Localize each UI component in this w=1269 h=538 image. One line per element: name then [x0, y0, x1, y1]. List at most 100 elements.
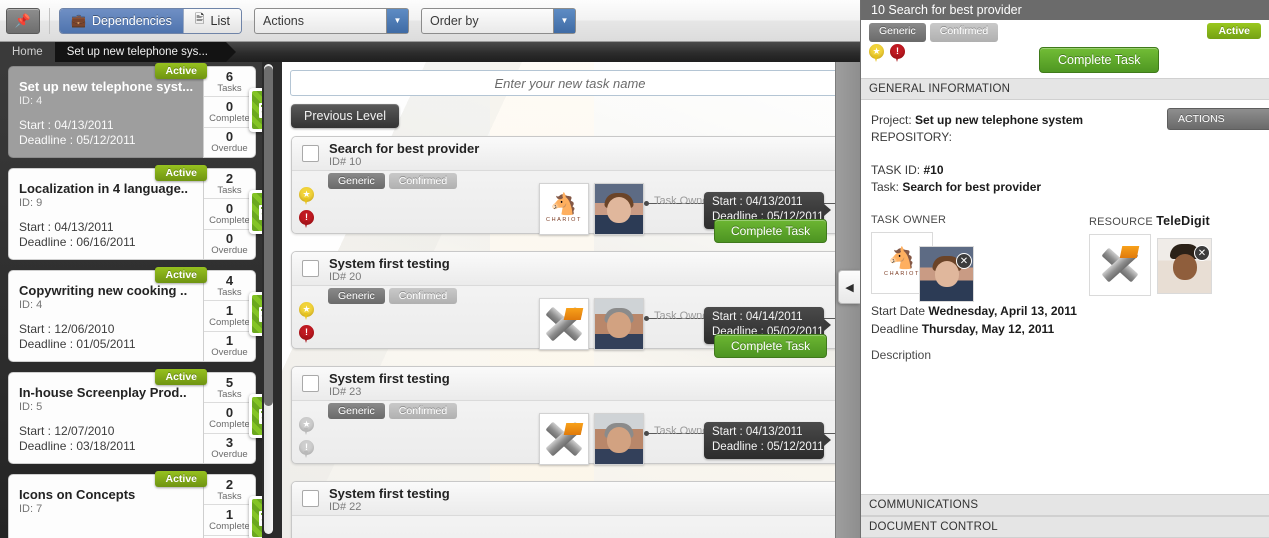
project-status-badge: Active — [155, 165, 207, 181]
task-checkbox[interactable] — [302, 260, 319, 277]
task-tags: Generic Confirmed — [328, 288, 458, 304]
task-row[interactable]: System first testing ID# 22 — [291, 481, 850, 538]
breadcrumb-current[interactable]: Set up new telephone sys... — [54, 42, 237, 62]
add-task-button[interactable] — [249, 496, 262, 538]
task-row[interactable]: System first testing ID# 20 Generic Confirm… — [291, 251, 860, 358]
section-general-information: GENERAL INFORMATION — [861, 78, 1269, 100]
tab-dependencies[interactable]: 💼 Dependencies — [60, 8, 183, 33]
project-card-main[interactable]: Active Icons on Concepts ID: 7 — [8, 471, 207, 538]
task-owner-avatar[interactable] — [594, 183, 644, 235]
add-task-button[interactable] — [249, 292, 262, 336]
project-start: Start : 04/13/2011 — [19, 118, 114, 132]
task-id: ID# 10 — [329, 156, 362, 168]
stat-overdue-label: Overdue — [211, 245, 248, 257]
general-information-body: ACTIONS Project: Set up new telephone sy… — [861, 100, 1269, 362]
task-checkbox[interactable] — [302, 145, 319, 162]
sidebar-scrollbar-thumb[interactable] — [264, 66, 273, 406]
add-task-button[interactable] — [249, 394, 262, 438]
task-checkbox[interactable] — [302, 375, 319, 392]
list-icon: 🖹 — [194, 12, 205, 26]
project-card[interactable]: Active Icons on Concepts ID: 7 2 Tasks 1 Compl… — [8, 471, 262, 538]
stat-tasks-label: Tasks — [217, 286, 242, 298]
resource-avatar[interactable]: ✕ — [1157, 238, 1212, 294]
section-document-control[interactable]: DOCUMENT CONTROL — [861, 516, 1269, 538]
task-row[interactable]: Search for best provider ID# 10 Generic Con… — [291, 136, 860, 243]
task-checkbox[interactable] — [302, 490, 319, 507]
actions-button[interactable]: ACTIONS — [1167, 108, 1269, 130]
project-status-badge: Active — [155, 267, 207, 283]
stat-tasks-label: Tasks — [217, 388, 242, 400]
task-id: ID# 23 — [329, 386, 362, 398]
briefcase-icon: 💼 — [71, 13, 86, 28]
project-card[interactable]: Active Localization in 4 language.. ID: 9 S… — [8, 165, 262, 260]
add-task-button[interactable] — [249, 190, 262, 234]
task-tag-generic[interactable]: Generic — [328, 173, 385, 189]
task-owner-avatar[interactable] — [594, 298, 644, 350]
project-deadline: Deadline : 06/16/2011 — [19, 235, 136, 249]
project-card-main[interactable]: Active In-house Screenplay Prod.. ID: 5 Sta… — [8, 369, 207, 464]
alert-pin-icon[interactable]: ! — [299, 325, 314, 344]
stat-overdue: 3 Overdue — [204, 434, 255, 463]
task-tag-confirmed[interactable]: Confirmed — [388, 173, 458, 189]
alert-pin-icon[interactable]: ! — [299, 440, 314, 459]
project-card-main[interactable]: Active Set up new telephone syst... ID: 4 S… — [8, 63, 207, 158]
task-tag-confirmed[interactable]: Confirmed — [388, 403, 458, 419]
project-deadline: Deadline : 01/05/2011 — [19, 337, 136, 351]
task-row[interactable]: System first testing ID# 23 Generic Confirm… — [291, 366, 860, 465]
task-tag-generic[interactable]: Generic — [328, 288, 385, 304]
chevron-left-icon[interactable]: ◀ — [838, 270, 860, 304]
resource-tool-icon[interactable] — [1089, 234, 1151, 296]
project-card-main[interactable]: Active Copywriting new cooking .. ID: 4 Sta… — [8, 267, 207, 362]
task-value: Search for best provider — [902, 180, 1042, 194]
stat-tasks-label: Tasks — [217, 184, 242, 196]
project-card[interactable]: Active Copywriting new cooking .. ID: 4 Sta… — [8, 267, 262, 362]
star-pin-icon[interactable]: ★ — [299, 417, 314, 436]
section-communications[interactable]: COMMUNICATIONS — [861, 494, 1269, 516]
detail-tag-row: Generic Confirmed Active — [861, 20, 1269, 42]
pin-icon[interactable]: 📌 — [6, 7, 40, 34]
task-header: Search for best provider ID# 10 — [292, 137, 849, 171]
task-owner-avatar[interactable] — [594, 413, 644, 465]
project-title: Set up new telephone syst... — [19, 79, 194, 94]
detail-tag-generic[interactable]: Generic — [869, 23, 926, 42]
task-tag-generic[interactable]: Generic — [328, 403, 385, 419]
remove-resource-icon[interactable]: ✕ — [1194, 245, 1210, 261]
complete-task-button[interactable]: Complete Task — [714, 219, 828, 243]
alert-pin-icon[interactable]: ! — [299, 210, 314, 229]
orderby-dropdown[interactable]: Order by ▼ — [420, 7, 576, 34]
alert-pin-icon[interactable]: ! — [890, 44, 905, 63]
task-tag-confirmed[interactable]: Confirmed — [388, 288, 458, 304]
task-company-logo[interactable]: 🐴 CHARIOT — [539, 183, 589, 235]
add-task-button[interactable] — [249, 88, 262, 132]
new-task-input[interactable] — [290, 70, 850, 96]
previous-level-button[interactable]: Previous Level — [291, 104, 399, 128]
task-row: Task: Search for best provider — [871, 179, 1269, 196]
star-pin-icon[interactable]: ★ — [299, 187, 314, 206]
stat-complete-value: 0 — [225, 98, 234, 114]
complete-task-button[interactable]: Complete Task — [1039, 47, 1160, 73]
resource-label: RESOURCE — [1089, 216, 1153, 228]
project-card[interactable]: Active In-house Screenplay Prod.. ID: 5 Sta… — [8, 369, 262, 464]
complete-task-button[interactable]: Complete Task — [714, 334, 828, 358]
task-tags: Generic Confirmed — [328, 403, 458, 419]
owner-avatar[interactable]: ✕ — [919, 246, 974, 302]
star-pin-icon[interactable]: ★ — [869, 44, 884, 63]
remove-owner-icon[interactable]: ✕ — [956, 253, 972, 269]
stat-overdue: 1 Overdue — [204, 332, 255, 361]
stat-tasks-label: Tasks — [217, 490, 242, 502]
detail-tag-confirmed[interactable]: Confirmed — [929, 23, 999, 42]
task-id: ID# 20 — [329, 271, 362, 283]
star-pin-icon[interactable]: ★ — [299, 302, 314, 321]
stat-tasks: 5 Tasks — [204, 373, 255, 404]
tab-list[interactable]: 🖹 List — [182, 8, 241, 33]
project-id: ID: 5 — [19, 401, 43, 413]
task-resource-icon[interactable] — [539, 298, 589, 350]
breadcrumb: Home Set up new telephone sys... — [0, 42, 860, 62]
breadcrumb-home[interactable]: Home — [0, 42, 55, 62]
task-header: System first testing ID# 22 — [292, 482, 849, 516]
task-resource-icon[interactable] — [539, 413, 589, 465]
project-card-main[interactable]: Active Localization in 4 language.. ID: 9 S… — [8, 165, 207, 260]
project-card[interactable]: Active Set up new telephone syst... ID: 4 S… — [8, 63, 262, 158]
task-logo-word: CHARIOT — [546, 217, 582, 223]
actions-dropdown[interactable]: Actions ▼ — [253, 7, 409, 34]
